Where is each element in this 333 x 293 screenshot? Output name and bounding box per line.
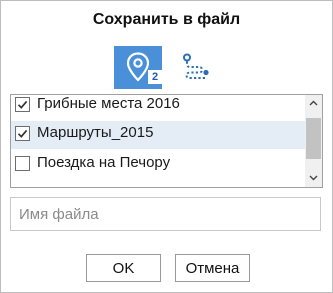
file-list[interactable]: Грибные места 2016 Маршруты_2015 Поездка…	[10, 94, 323, 188]
checkmark-icon	[17, 100, 28, 109]
tab-points[interactable]: 2	[114, 46, 162, 89]
list-item-label: Маршруты_2015	[37, 124, 154, 141]
list-item[interactable]: Поездка на Печору	[11, 151, 305, 179]
filename-input[interactable]	[10, 197, 321, 231]
list-item[interactable]: Грибные места 2016	[11, 95, 305, 120]
list-scrollbar[interactable]	[305, 95, 322, 187]
route-icon	[183, 53, 209, 79]
cancel-button[interactable]: Отмена	[175, 254, 250, 282]
list-item-label: Грибные места 2016	[37, 95, 180, 112]
scroll-thumb[interactable]	[306, 118, 321, 159]
chevron-up-icon	[309, 100, 318, 106]
scroll-down-button[interactable]	[305, 170, 322, 187]
tab-routes[interactable]	[173, 47, 217, 89]
save-to-file-dialog: Сохранить в файл 2 Грибные места 2016 Ма…	[0, 0, 333, 293]
checkbox[interactable]	[15, 97, 30, 112]
checkmark-icon	[17, 129, 28, 138]
map-pin-icon	[126, 52, 150, 82]
checkbox[interactable]	[15, 156, 30, 171]
points-count-badge: 2	[148, 70, 162, 84]
dialog-title: Сохранить в файл	[92, 11, 241, 28]
chevron-down-icon	[309, 175, 318, 181]
list-item[interactable]: Маршруты_2015	[11, 121, 305, 149]
ok-button[interactable]: OK	[86, 254, 161, 282]
scroll-up-button[interactable]	[305, 95, 322, 112]
checkbox[interactable]	[15, 126, 30, 141]
list-item-label: Поездка на Печору	[37, 154, 171, 171]
